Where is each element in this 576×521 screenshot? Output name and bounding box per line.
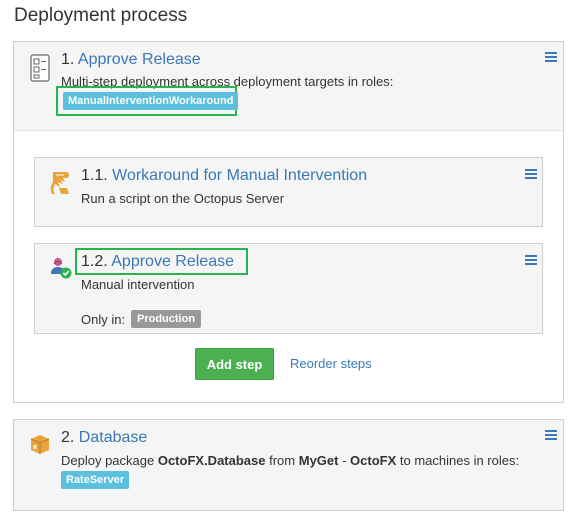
step-name-link[interactable]: Database: [79, 429, 148, 446]
menu-icon[interactable]: [525, 169, 537, 179]
step-panel-database: 2. Database Deploy package OctoFX.Databa…: [13, 419, 564, 511]
child-step-description: Manual intervention: [81, 277, 195, 292]
only-in-label: Only in:: [81, 312, 126, 327]
step-title: 1. Approve Release: [61, 51, 201, 69]
role-chip: ManualInterventionWorkaround: [63, 92, 239, 110]
step-title: 2. Database: [61, 429, 147, 447]
reorder-steps-link[interactable]: Reorder steps: [290, 356, 372, 371]
add-step-button[interactable]: Add step: [195, 348, 274, 380]
package-icon: [29, 433, 51, 455]
child-step-name-link[interactable]: Workaround for Manual Intervention: [112, 167, 367, 184]
step-header: 1. Approve Release Multi-step deployment…: [14, 42, 563, 131]
child-step-description: Run a script on the Octopus Server: [81, 191, 285, 206]
project-name: OctoFX: [350, 453, 397, 468]
step-panel-approve-release: 1. Approve Release Multi-step deployment…: [13, 41, 564, 403]
child-step-workaround: 1.1. Workaround for Manual Intervention …: [34, 157, 543, 227]
menu-icon[interactable]: [545, 430, 557, 440]
child-step-name-link[interactable]: Approve Release: [111, 253, 234, 270]
step-name-link[interactable]: Approve Release: [78, 51, 201, 68]
step-number: 1.: [61, 51, 75, 68]
feed-name: MyGet: [298, 453, 339, 468]
page-title: Deployment process: [14, 5, 188, 26]
child-step-approve-release: 1.2. Approve Release Manual intervention…: [34, 243, 543, 334]
child-step-number: 1.1.: [81, 167, 108, 184]
script-icon: [49, 170, 71, 196]
environment-chip: Production: [131, 310, 202, 328]
step-description: Deploy package OctoFX.Database from MyGe…: [61, 453, 520, 468]
user-approval-icon: [49, 256, 73, 280]
menu-icon[interactable]: [525, 255, 537, 265]
menu-icon[interactable]: [545, 52, 557, 62]
role-chip: RateServer: [61, 471, 130, 489]
child-step-number: 1.2.: [81, 253, 108, 270]
multi-step-icon: [30, 54, 50, 82]
child-step-title: 1.1. Workaround for Manual Intervention: [81, 167, 367, 185]
child-step-title: 1.2. Approve Release: [81, 253, 234, 271]
step-children: 1.1. Workaround for Manual Intervention …: [14, 131, 563, 402]
package-name: OctoFX.Database: [157, 453, 266, 468]
step-number: 2.: [61, 429, 75, 446]
